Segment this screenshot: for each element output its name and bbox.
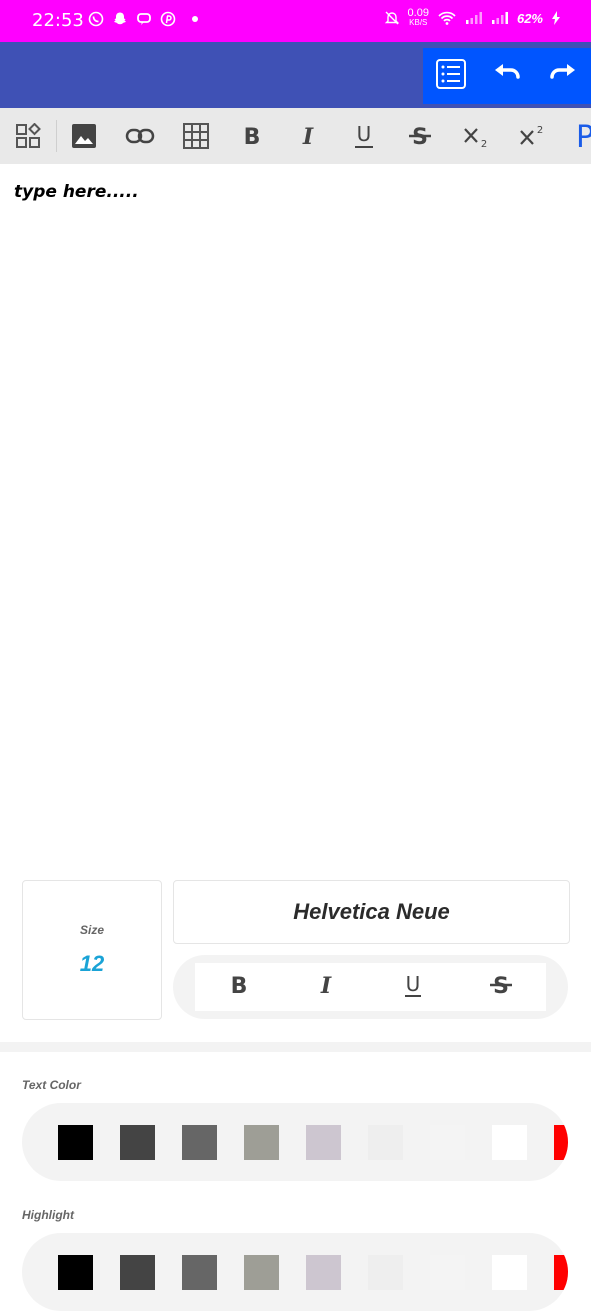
snapchat-icon: [114, 12, 126, 25]
mute-bell-icon: [384, 11, 399, 25]
paragraph-icon[interactable]: P: [572, 120, 591, 152]
app-bar-actions: [423, 48, 591, 104]
text-style-buttons: B I U S: [195, 963, 546, 1011]
bold-icon[interactable]: B: [236, 120, 268, 152]
text-color-swatch[interactable]: [306, 1125, 341, 1160]
svg-text:P: P: [576, 120, 591, 152]
highlight-color-swatch[interactable]: [554, 1255, 568, 1290]
text-color-swatch[interactable]: [182, 1125, 217, 1160]
size-label: Size: [79, 923, 104, 937]
battery-level: 62%: [516, 10, 543, 26]
svg-text:B: B: [230, 974, 247, 998]
svg-text:2: 2: [537, 125, 543, 136]
highlight-label: Highlight: [22, 1208, 74, 1222]
highlight-color-swatch[interactable]: [244, 1255, 279, 1290]
net-speed: 0.09 KB/S: [408, 8, 429, 28]
highlight-color-swatch[interactable]: [492, 1255, 527, 1290]
svg-text:B: B: [244, 125, 261, 148]
whatsapp-icon: [88, 11, 104, 27]
text-color-swatch[interactable]: [492, 1125, 527, 1160]
toolbar-separator: [56, 120, 57, 152]
panel-divider: [0, 1042, 591, 1052]
charging-icon: [552, 11, 560, 25]
notification-icons: [88, 11, 198, 27]
highlight-color-swatch[interactable]: [430, 1255, 465, 1290]
link-icon[interactable]: [124, 120, 156, 152]
svg-text:I: I: [320, 973, 332, 998]
list-icon[interactable]: [435, 58, 467, 95]
strikethrough-icon[interactable]: S: [404, 120, 436, 152]
pinterest-icon: [160, 11, 176, 27]
svg-text:U: U: [406, 972, 421, 996]
style-italic-button[interactable]: I: [314, 972, 338, 1003]
highlight-color-swatch[interactable]: [58, 1255, 93, 1290]
status-bar: 22:53 0.09 KB/S 62%: [0, 0, 591, 42]
subscript-icon[interactable]: 2: [460, 120, 492, 152]
text-color-swatch[interactable]: [58, 1125, 93, 1160]
highlight-color-palette: [22, 1233, 568, 1311]
highlight-color-swatch[interactable]: [368, 1255, 403, 1290]
text-color-swatch[interactable]: [244, 1125, 279, 1160]
font-name: Helvetica Neue: [293, 899, 450, 924]
more-notifications-dot: [192, 16, 198, 22]
net-speed-unit: KB/S: [409, 18, 428, 27]
font-size-card[interactable]: Size 12: [22, 880, 162, 1020]
style-underline-button[interactable]: U: [401, 972, 425, 1003]
highlight-color-swatch[interactable]: [182, 1255, 217, 1290]
superscript-icon[interactable]: 2: [516, 120, 548, 152]
editor-placeholder: type here.....: [14, 182, 139, 202]
text-color-swatch[interactable]: [120, 1125, 155, 1160]
italic-icon[interactable]: I: [292, 120, 324, 152]
wifi-icon: [438, 11, 456, 25]
widgets-icon[interactable]: [12, 120, 44, 152]
font-family-selector[interactable]: Helvetica Neue: [173, 880, 570, 944]
style-strikethrough-button[interactable]: S: [488, 972, 514, 1003]
text-color-swatch[interactable]: [430, 1125, 465, 1160]
redo-icon[interactable]: [547, 58, 579, 95]
text-style-group: B I U S: [173, 955, 568, 1019]
text-color-label: Text Color: [22, 1078, 81, 1092]
svg-text:2: 2: [481, 139, 487, 149]
underline-icon[interactable]: U: [348, 120, 380, 152]
system-icons: 0.09 KB/S 62%: [384, 8, 561, 28]
text-color-palette: [22, 1103, 568, 1181]
image-icon[interactable]: [68, 120, 100, 152]
format-toolbar: B I U S 2 2 P: [0, 108, 591, 164]
editor-area[interactable]: type here.....: [0, 164, 591, 854]
svg-text:U: U: [357, 123, 372, 146]
size-value: 12: [79, 951, 105, 976]
app-bar: [0, 42, 591, 108]
text-color-swatch[interactable]: [368, 1125, 403, 1160]
style-bold-button[interactable]: B: [227, 972, 251, 1003]
status-time: 22:53: [32, 10, 84, 31]
net-speed-value: 0.09: [407, 7, 429, 19]
svg-text:I: I: [302, 124, 314, 148]
messenger-icon: [137, 13, 151, 25]
text-color-swatch[interactable]: [554, 1125, 568, 1160]
highlight-color-swatch[interactable]: [120, 1255, 155, 1290]
table-icon[interactable]: [180, 120, 212, 152]
signal-icon: [465, 12, 482, 24]
signal-2-icon: [491, 12, 508, 24]
highlight-color-swatch[interactable]: [306, 1255, 341, 1290]
undo-icon[interactable]: [491, 58, 523, 95]
